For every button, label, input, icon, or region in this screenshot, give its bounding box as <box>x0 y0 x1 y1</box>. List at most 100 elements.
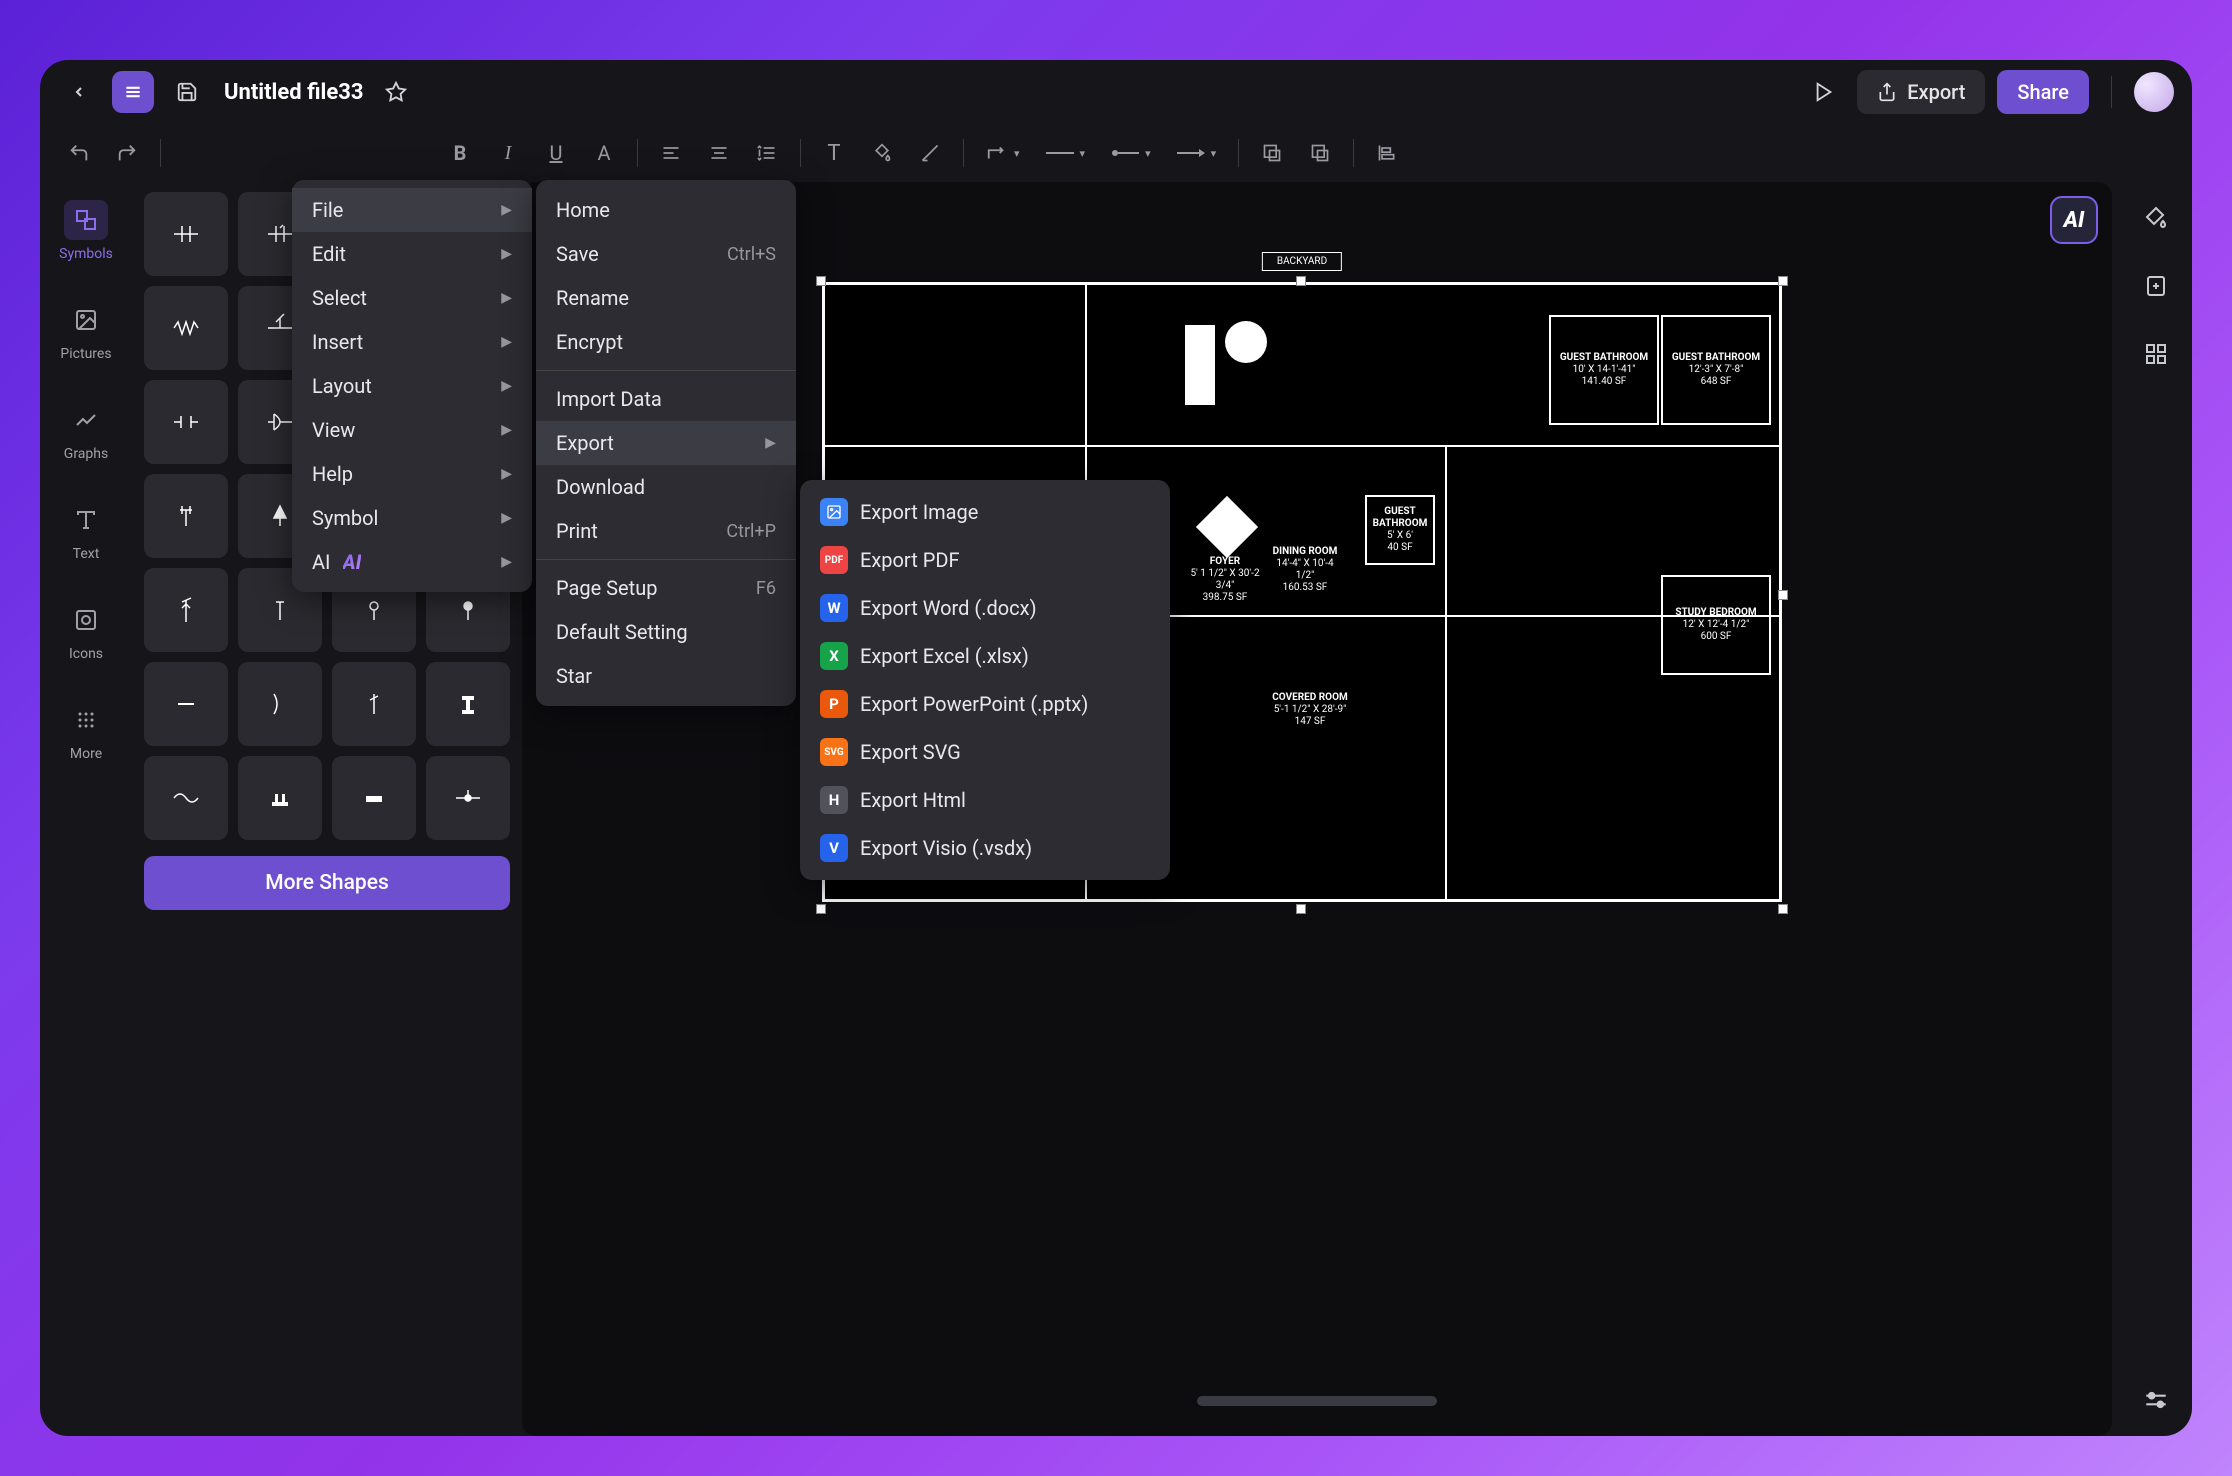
ai-assistant-button[interactable]: AI <box>2050 196 2098 244</box>
rail-item-more[interactable]: More <box>50 692 122 770</box>
send-backward-button[interactable] <box>1251 132 1293 174</box>
menu-item-rename[interactable]: Rename <box>536 276 796 320</box>
menu-item-symbol[interactable]: Symbol▶ <box>292 496 532 540</box>
wall <box>1445 445 1447 899</box>
menu-item-default-setting[interactable]: Default Setting <box>536 610 796 654</box>
menu-item-insert[interactable]: Insert▶ <box>292 320 532 364</box>
selection-handle[interactable] <box>1296 904 1306 914</box>
line-style-select[interactable]: ▾ <box>1036 132 1096 174</box>
undo-button[interactable] <box>58 132 100 174</box>
rail-item-graphs[interactable]: Graphs <box>50 392 122 470</box>
rail-label: Symbols <box>59 246 113 262</box>
export-button[interactable]: Export <box>1857 70 1985 114</box>
line-spacing-button[interactable] <box>746 132 788 174</box>
shape-item[interactable] <box>144 756 228 840</box>
menu-item-help[interactable]: Help▶ <box>292 452 532 496</box>
shape-item[interactable] <box>238 662 322 746</box>
menu-item-edit[interactable]: Edit▶ <box>292 232 532 276</box>
menu-item-export-word-docx-[interactable]: WExport Word (.docx) <box>800 584 1170 632</box>
menu-item-import-data[interactable]: Import Data <box>536 377 796 421</box>
horizontal-scrollbar[interactable] <box>1197 1396 1437 1406</box>
menu-item-home[interactable]: Home <box>536 188 796 232</box>
room-guest-bathroom-1[interactable]: GUEST BATHROOM 10' X 14-1'-41" 141.40 SF <box>1549 315 1659 425</box>
fill-tool-button[interactable] <box>2134 196 2178 240</box>
menu-item-star[interactable]: Star <box>536 654 796 698</box>
room-study-bedroom[interactable]: STUDY BEDROOM 12' X 12'-4 1/2" 600 SF <box>1661 575 1771 675</box>
menu-item-encrypt[interactable]: Encrypt <box>536 320 796 364</box>
text-tool-button[interactable]: T <box>813 132 855 174</box>
room-covered[interactable]: COVERED ROOM 5'-1 1/2" X 28'-9" 147 SF <box>1265 665 1355 755</box>
shape-item[interactable] <box>144 662 228 746</box>
menu-item-save[interactable]: SaveCtrl+S <box>536 232 796 276</box>
rail-item-icons[interactable]: Icons <box>50 592 122 670</box>
menu-item-export[interactable]: Export▶ <box>536 421 796 465</box>
shape-item[interactable] <box>426 756 510 840</box>
stroke-color-button[interactable] <box>909 132 951 174</box>
italic-button[interactable]: I <box>487 132 529 174</box>
shape-item[interactable] <box>238 756 322 840</box>
selection-handle[interactable] <box>1296 276 1306 286</box>
shape-item[interactable] <box>144 286 228 370</box>
connector-style-select[interactable]: ▾ <box>976 132 1030 174</box>
bold-button[interactable]: B <box>439 132 481 174</box>
menu-item-export-html[interactable]: HExport Html <box>800 776 1170 824</box>
menu-item-page-setup[interactable]: Page SetupF6 <box>536 566 796 610</box>
menu-item-export-svg[interactable]: SVGExport SVG <box>800 728 1170 776</box>
menu-item-export-powerpoint-pptx-[interactable]: PExport PowerPoint (.pptx) <box>800 680 1170 728</box>
shape-item[interactable] <box>144 380 228 464</box>
rail-item-pictures[interactable]: Pictures <box>50 292 122 370</box>
shape-item[interactable] <box>144 192 228 276</box>
shape-item[interactable] <box>144 474 228 558</box>
menu-item-layout[interactable]: Layout▶ <box>292 364 532 408</box>
menu-item-ai[interactable]: AIAI▶ <box>292 540 532 584</box>
underline-button[interactable]: U <box>535 132 577 174</box>
shape-item[interactable] <box>144 568 228 652</box>
selection-handle[interactable] <box>1778 590 1788 600</box>
file-title[interactable]: Untitled file33 <box>224 80 363 105</box>
app-window: Untitled file33 Export Share B I U A <box>40 60 2192 1436</box>
shape-item[interactable] <box>332 756 416 840</box>
align-horizontal-button[interactable] <box>650 132 692 174</box>
arrow-start-select[interactable]: ▾ <box>1101 132 1161 174</box>
hamburger-menu-button[interactable] <box>112 71 154 113</box>
menu-item-export-excel-xlsx-[interactable]: XExport Excel (.xlsx) <box>800 632 1170 680</box>
selection-handle[interactable] <box>1778 276 1788 286</box>
grid-view-button[interactable] <box>2134 332 2178 376</box>
menu-item-export-visio-vsdx-[interactable]: VExport Visio (.vsdx) <box>800 824 1170 872</box>
user-avatar[interactable] <box>2134 72 2174 112</box>
bring-forward-button[interactable] <box>1299 132 1341 174</box>
menu-item-file[interactable]: File▶ <box>292 188 532 232</box>
shape-item[interactable] <box>332 662 416 746</box>
menu-item-export-image[interactable]: Export Image <box>800 488 1170 536</box>
save-icon[interactable] <box>166 71 208 113</box>
w-format-icon: W <box>820 594 848 622</box>
settings-toggle-button[interactable] <box>2134 1378 2178 1422</box>
menu-item-download[interactable]: Download <box>536 465 796 509</box>
page-add-button[interactable] <box>2134 264 2178 308</box>
align-objects-button[interactable] <box>1366 132 1408 174</box>
align-vertical-button[interactable] <box>698 132 740 174</box>
font-color-button[interactable]: A <box>583 132 625 174</box>
rail-item-text[interactable]: Text <box>50 492 122 570</box>
selection-handle[interactable] <box>816 904 826 914</box>
menu-item-view[interactable]: View▶ <box>292 408 532 452</box>
arrow-end-select[interactable]: ▾ <box>1167 132 1227 174</box>
menu-item-select[interactable]: Select▶ <box>292 276 532 320</box>
play-button[interactable] <box>1803 71 1845 113</box>
fill-color-button[interactable] <box>861 132 903 174</box>
share-button[interactable]: Share <box>1997 70 2089 114</box>
menu-item-export-pdf[interactable]: PDFExport PDF <box>800 536 1170 584</box>
rail-item-symbols[interactable]: Symbols <box>50 192 122 270</box>
menu-item-print[interactable]: PrintCtrl+P <box>536 509 796 553</box>
shape-item[interactable] <box>426 662 510 746</box>
selection-handle[interactable] <box>816 276 826 286</box>
back-button[interactable] <box>58 71 100 113</box>
selection-handle[interactable] <box>1778 904 1788 914</box>
room-guest-bathroom-2[interactable]: GUEST BATHROOM 12'-3" X 7'-8" 648 SF <box>1661 315 1771 425</box>
room-guest-bathroom-3[interactable]: GUEST BATHROOM 5' X 6' 40 SF <box>1365 495 1435 565</box>
star-button[interactable] <box>375 71 417 113</box>
fixture <box>1225 321 1267 363</box>
room-dining[interactable]: DINING ROOM 14'-4" X 10'-4 1/2" 160.53 S… <box>1265 525 1345 615</box>
more-shapes-button[interactable]: More Shapes <box>144 856 510 910</box>
redo-button[interactable] <box>106 132 148 174</box>
